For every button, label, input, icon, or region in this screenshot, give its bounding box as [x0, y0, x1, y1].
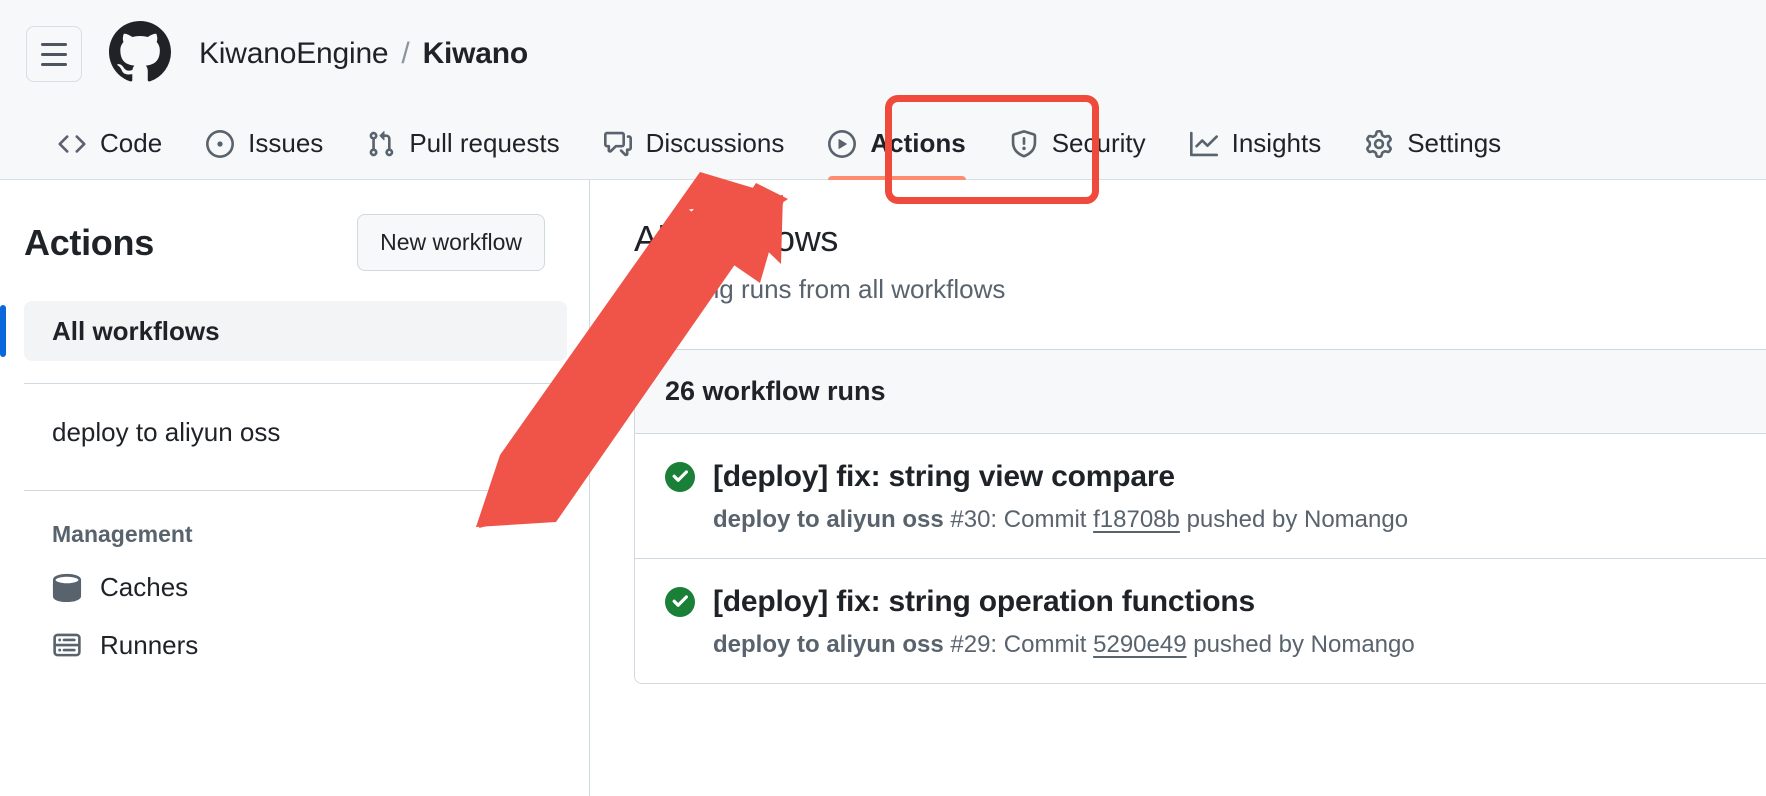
tab-insights-label: Insights — [1231, 128, 1322, 158]
run-commit-word: Commit — [1003, 631, 1087, 658]
tab-pull-requests[interactable]: Pull requests — [345, 108, 581, 180]
tab-issues[interactable]: Issues — [184, 108, 345, 180]
run-title-line: [deploy] fix: string operation functions — [665, 585, 1766, 619]
workflow-list: All workflows deploy to aliyun oss — [0, 301, 567, 462]
git-pull-request-icon — [367, 130, 395, 158]
workflow-runs-count: 26 workflow runs — [635, 350, 1766, 434]
sidebar-item-runners[interactable]: Runners — [24, 616, 567, 674]
hamburger-bar — [41, 42, 67, 46]
run-workflow-name[interactable]: deploy to aliyun oss — [713, 506, 944, 533]
workflow-runs-panel: 26 workflow runs [deploy] fix: string vi… — [634, 349, 1766, 684]
breadcrumb-owner[interactable]: KiwanoEngine — [199, 37, 389, 71]
tab-pull-requests-label: Pull requests — [409, 128, 560, 158]
tab-actions[interactable]: Actions — [806, 108, 987, 180]
run-commit-word: Commit — [1003, 506, 1087, 533]
run-pushed-by: pushed by Nomango — [1193, 631, 1415, 658]
tab-code-label: Code — [100, 128, 163, 158]
sidebar-item-caches[interactable]: Caches — [24, 558, 567, 616]
hamburger-menu-icon[interactable] — [26, 26, 82, 82]
sidebar-divider — [24, 383, 567, 384]
tab-settings-label: Settings — [1407, 128, 1502, 158]
issue-opened-icon — [206, 129, 235, 158]
run-commit-sha-link[interactable]: f18708b — [1093, 506, 1180, 533]
sidebar-item-deploy-to-aliyun-oss[interactable]: deploy to aliyun oss — [24, 402, 567, 462]
tab-security-label: Security — [1051, 128, 1146, 158]
sidebar-header: Actions New workflow — [24, 180, 567, 271]
workflow-run-row[interactable]: [deploy] fix: string operation functions… — [635, 559, 1766, 683]
main-content: All workflows Showing runs from all work… — [590, 180, 1766, 796]
run-title[interactable]: [deploy] fix: string view compare — [713, 460, 1175, 494]
code-icon — [58, 130, 86, 158]
check-circle-icon — [665, 587, 695, 617]
tab-code[interactable]: Code — [36, 108, 184, 180]
tab-discussions[interactable]: Discussions — [582, 108, 807, 180]
main-heading: All workflows — [634, 218, 839, 259]
tab-issues-label: Issues — [248, 128, 324, 158]
tab-settings[interactable]: Settings — [1343, 108, 1523, 180]
new-workflow-button[interactable]: New workflow — [357, 214, 545, 271]
repo-nav-tabs: Code Issues Pull requests Discussions Ac… — [0, 108, 1766, 180]
github-actions-page: KiwanoEngine / Kiwano Code Issues Pull r… — [0, 0, 1766, 796]
page-body: Actions New workflow All workflows deplo… — [0, 180, 1766, 796]
github-logo-icon[interactable] — [109, 20, 171, 88]
run-commit-sha-link[interactable]: 5290e49 — [1093, 631, 1186, 658]
run-title-line: [deploy] fix: string view compare — [665, 460, 1766, 494]
tab-actions-label: Actions — [870, 128, 966, 158]
actions-sidebar: Actions New workflow All workflows deplo… — [0, 180, 590, 796]
run-number: #29: — [950, 631, 998, 658]
sidebar-item-label: deploy to aliyun oss — [52, 416, 281, 447]
breadcrumb: KiwanoEngine / Kiwano — [199, 37, 528, 71]
active-tab-underline — [828, 175, 966, 180]
sidebar-section-management: Management — [52, 521, 193, 547]
hamburger-bar — [41, 62, 67, 66]
breadcrumb-repo[interactable]: Kiwano — [423, 37, 529, 71]
run-meta: deploy to aliyun oss #29: Commit 5290e49… — [713, 631, 1766, 659]
run-meta: deploy to aliyun oss #30: Commit f18708b… — [713, 506, 1766, 534]
page-title: Actions — [24, 221, 154, 263]
run-workflow-name[interactable]: deploy to aliyun oss — [713, 631, 944, 658]
tab-discussions-label: Discussions — [645, 128, 785, 158]
cache-database-icon — [52, 572, 82, 602]
app-header: KiwanoEngine / Kiwano — [0, 0, 1766, 108]
breadcrumb-separator: / — [401, 37, 410, 70]
run-title[interactable]: [deploy] fix: string operation functions — [713, 585, 1255, 619]
run-pushed-by: pushed by Nomango — [1186, 506, 1409, 533]
play-circle-icon — [828, 129, 857, 158]
sidebar-item-label: Caches — [100, 571, 189, 602]
gear-icon — [1365, 129, 1393, 158]
check-circle-icon — [665, 462, 695, 492]
sidebar-item-all-workflows[interactable]: All workflows — [0, 301, 567, 361]
main-subheading: Showing runs from all workflows — [634, 274, 1006, 304]
comment-discussion-icon — [603, 130, 632, 158]
shield-alert-icon — [1010, 129, 1038, 158]
tab-security[interactable]: Security — [988, 108, 1168, 180]
workflow-run-row[interactable]: [deploy] fix: string view compare deploy… — [635, 434, 1766, 559]
server-rack-icon — [52, 630, 82, 660]
hamburger-bar — [41, 52, 67, 56]
run-number: #30: — [950, 506, 998, 533]
sidebar-item-label: All workflows — [52, 315, 220, 346]
sidebar-item-label: Runners — [100, 629, 199, 660]
graph-icon — [1189, 130, 1218, 158]
tab-insights[interactable]: Insights — [1168, 108, 1344, 180]
